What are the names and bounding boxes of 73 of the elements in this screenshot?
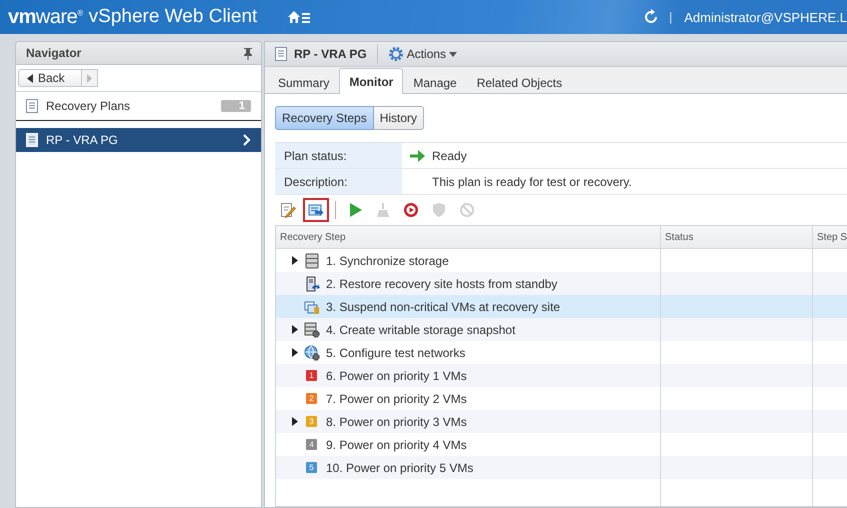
back-button[interactable]: Back: [18, 69, 82, 87]
table-row[interactable]: 3. Suspend non-critical VMs at recovery site: [276, 295, 847, 318]
chevron-icon: [243, 134, 251, 146]
server-icon: [304, 276, 320, 292]
property-label: Plan status:: [275, 143, 402, 168]
column-header[interactable]: Recovery Step: [276, 226, 661, 248]
table-cell: 5. Configure test networks: [326, 346, 466, 360]
table-cell: 9. Power on priority 4 VMs: [326, 438, 467, 452]
table-row[interactable]: 2. Restore recovery site hosts from standby: [276, 272, 847, 295]
table-cell: 1. Synchronize storage: [326, 254, 449, 268]
navigator-item[interactable]: RP - VRA PG: [16, 128, 261, 152]
cancel-icon: [459, 202, 475, 218]
arrow-icon: [410, 150, 425, 162]
caret-icon: [86, 74, 92, 82]
priority-badge: 4: [306, 439, 317, 450]
tab[interactable]: Summary: [268, 71, 340, 93]
table-cell: 8. Power on priority 3 VMs: [326, 414, 467, 428]
tab[interactable]: Manage: [403, 71, 467, 93]
broom-icon: [375, 202, 391, 218]
actions-menu[interactable]: Actions: [388, 46, 458, 62]
refresh-icon[interactable]: [643, 9, 660, 25]
document-icon: [26, 99, 38, 113]
gear-icon: [388, 46, 404, 62]
table-row[interactable]: 3 8. Power on priority 3 VMs: [276, 410, 847, 433]
priority-badge: 5: [306, 462, 317, 473]
table-cell: 7. Power on priority 2 VMs: [326, 392, 467, 406]
property-value: Ready: [432, 148, 467, 162]
shield-icon: [431, 202, 447, 218]
count-badge: 1: [220, 100, 251, 112]
priority-badge: 2: [306, 393, 317, 404]
panel-title: Navigator: [26, 46, 82, 60]
priority-badge: 3: [306, 416, 317, 427]
storage-icon: [304, 252, 320, 268]
home-menu-icon[interactable]: [287, 9, 312, 25]
property-label: Description:: [275, 169, 402, 194]
expand-icon[interactable]: [292, 348, 298, 357]
toolbar-button[interactable]: [303, 198, 329, 222]
vms-icon: [304, 298, 320, 314]
tab[interactable]: Related Objects: [466, 71, 572, 93]
separator: |: [669, 10, 672, 24]
table-cell: 2. Restore recovery site hosts from standby: [326, 276, 558, 290]
record-icon: [403, 202, 419, 218]
play-icon: [347, 202, 363, 218]
expand-icon[interactable]: [292, 325, 298, 334]
property-value: This plan is ready for test or recovery.: [432, 174, 632, 188]
table-cell: 3. Suspend non-critical VMs at recovery site: [326, 300, 560, 314]
toggle-tab[interactable]: History: [374, 106, 424, 130]
table-row[interactable]: 4. Create writable storage snapshot: [276, 318, 847, 341]
caret-icon: [449, 52, 458, 56]
column-header[interactable]: Status: [661, 226, 813, 248]
table-cell: 4. Create writable storage snapshot: [326, 322, 516, 336]
table-cell: 6. Power on priority 1 VMs: [326, 368, 467, 382]
document-icon: [275, 47, 287, 61]
table-cell: 10. Power on priority 5 VMs: [326, 460, 474, 474]
storage-gear-icon: [304, 322, 320, 338]
user-menu[interactable]: Administrator@VSPHERE.L: [684, 10, 847, 24]
object-title: RP - VRA PG: [294, 47, 367, 61]
table-row[interactable]: 1 6. Power on priority 1 VMs: [276, 364, 847, 387]
table-row[interactable]: 5 10. Power on priority 5 VMs: [276, 456, 847, 479]
tab[interactable]: Monitor: [339, 68, 404, 94]
navigator-item[interactable]: Recovery Plans 1: [16, 94, 261, 118]
expand-icon[interactable]: [292, 417, 298, 426]
edit-document-icon: [280, 202, 296, 218]
caret-icon: [27, 74, 33, 82]
product-title: vSphere Web Client: [88, 6, 258, 28]
column-header[interactable]: Step S: [813, 226, 847, 248]
toggle-tab[interactable]: Recovery Steps: [275, 106, 374, 130]
priority-badge: 1: [306, 370, 317, 381]
logo: vmware$^{®}$: [8, 6, 83, 28]
pin-icon[interactable]: [243, 46, 253, 60]
globe-gear-icon: [304, 344, 320, 360]
document-icon: [26, 133, 38, 147]
expand-icon[interactable]: [292, 256, 298, 265]
